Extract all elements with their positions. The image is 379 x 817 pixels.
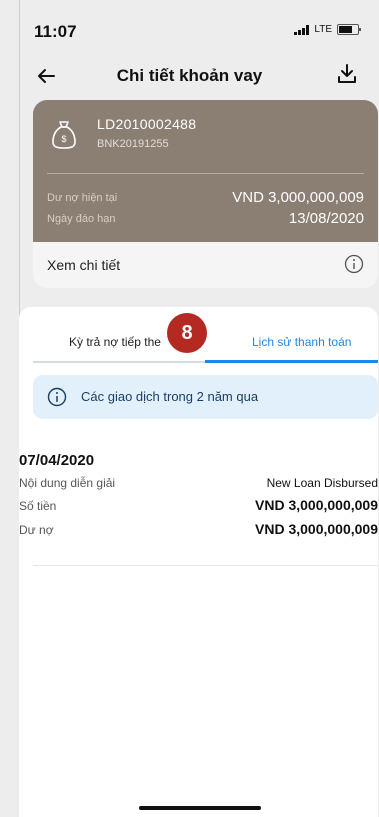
status-icons: LTE [294,24,361,35]
page-title: Chi tiết khoản vay [116,66,263,85]
info-banner: Các giao dịch trong 2 năm qua [33,375,378,419]
svg-text:$: $ [61,134,66,144]
payment-history-panel: Kỳ trả nợ tiếp the Lịch sử thanh toán 8 … [19,307,378,817]
balance-label: Dư nợ [19,523,54,537]
transaction-row-amount: Số tiền VND 3,000,000,009 [19,497,378,519]
tab-active-indicator [205,360,378,363]
battery-icon [337,24,361,35]
money-bag-icon: $ [52,121,76,149]
transaction-divider [33,565,378,566]
top-navigation: Chi tiết khoản vay [0,58,379,94]
transaction-row-balance: Dư nợ VND 3,000,000,009 [19,521,378,543]
tab-next-repayment[interactable]: Kỳ trả nợ tiếp the [69,335,161,349]
description-label: Nội dung diễn giải [19,476,116,490]
status-time: 11:07 [34,22,77,41]
current-balance-label: Dư nợ hiện tại [47,192,118,204]
network-label: LTE [314,24,332,35]
step-badge: 8 [167,313,207,353]
info-icon[interactable] [344,254,364,274]
home-indicator[interactable] [139,806,261,810]
view-details-row[interactable]: Xem chi tiết [33,242,378,288]
amount-label: Số tiền [19,499,57,513]
transaction-row-description: Nội dung diễn giải New Loan Disbursed [19,476,378,496]
current-balance-value: VND 3,000,000,009 [232,189,364,206]
loan-card: $ LD2010002488 BNK20191255 Dư nợ hiện tạ… [33,100,378,288]
balance-value: VND 3,000,000,009 [255,521,378,537]
view-details-link[interactable]: Xem chi tiết [47,257,120,273]
signal-icon [294,24,310,35]
due-date-value: 13/08/2020 [288,210,364,227]
due-date-label: Ngày đáo hạn [47,213,116,225]
tab-payment-history[interactable]: Lịch sử thanh toán [252,335,351,349]
download-icon[interactable] [335,62,359,86]
amount-value: VND 3,000,000,009 [255,497,378,513]
info-banner-text: Các giao dịch trong 2 năm qua [81,389,259,404]
loan-card-header: $ LD2010002488 BNK20191255 Dư nợ hiện tạ… [33,100,378,242]
phone-screen: 11:07 LTE Chi tiết khoản vay $ LD2010002… [0,0,379,817]
info-circle-icon [47,387,67,407]
loan-reference-code: BNK20191255 [97,138,169,150]
transaction-date: 07/04/2020 [19,452,95,469]
card-divider [47,173,364,174]
description-value: New Loan Disbursed [266,476,378,490]
status-bar: 11:07 LTE [0,0,379,60]
loan-account-number: LD2010002488 [97,116,197,132]
